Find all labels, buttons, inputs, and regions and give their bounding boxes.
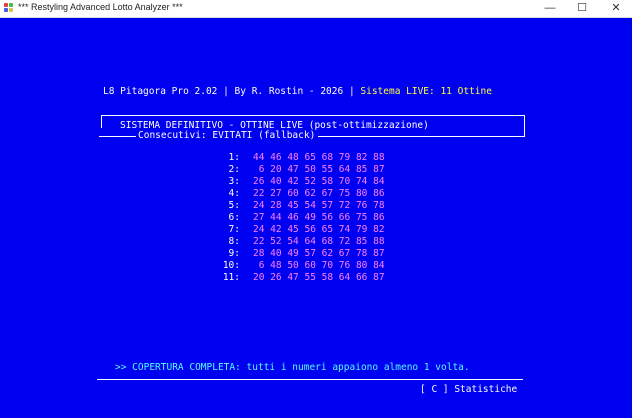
close-button[interactable]: ✕ [601, 0, 631, 17]
footer-divider [97, 379, 523, 380]
box-left-border [101, 115, 102, 128]
maximize-button[interactable]: ☐ [567, 0, 597, 17]
statistics-shortcut[interactable]: [ C ] Statistiche [420, 384, 517, 396]
box-subtitle: Consecutivi: EVITATI (fallback) [138, 130, 316, 141]
header-left: L8 Pitagora Pro 2.02 | By R. Rostin - 20… [103, 86, 361, 97]
header-line: L8 Pitagora Pro 2.02 | By R. Rostin - 20… [103, 86, 492, 98]
coverage-status: >> COPERTURA COMPLETA: tutti i numeri ap… [115, 362, 470, 373]
box-bottom-left-border [99, 136, 136, 137]
box-bottom-border [318, 136, 525, 137]
box-top-border [101, 115, 525, 116]
window-titlebar[interactable]: *** Restyling Advanced Lotto Analyzer **… [0, 0, 632, 18]
app-icon [4, 3, 14, 13]
title-main: Restyling Advanced Lotto Analyzer [31, 2, 170, 12]
header-right: Sistema LIVE: 11 Ottine [360, 86, 492, 97]
console-area: L8 Pitagora Pro 2.02 | By R. Rostin - 20… [0, 18, 632, 418]
box-right-border [524, 115, 525, 136]
minimize-button[interactable]: — [535, 0, 565, 17]
title-suffix: *** [172, 2, 183, 12]
title-prefix: *** [18, 2, 29, 12]
window-title: *** Restyling Advanced Lotto Analyzer **… [18, 2, 183, 12]
